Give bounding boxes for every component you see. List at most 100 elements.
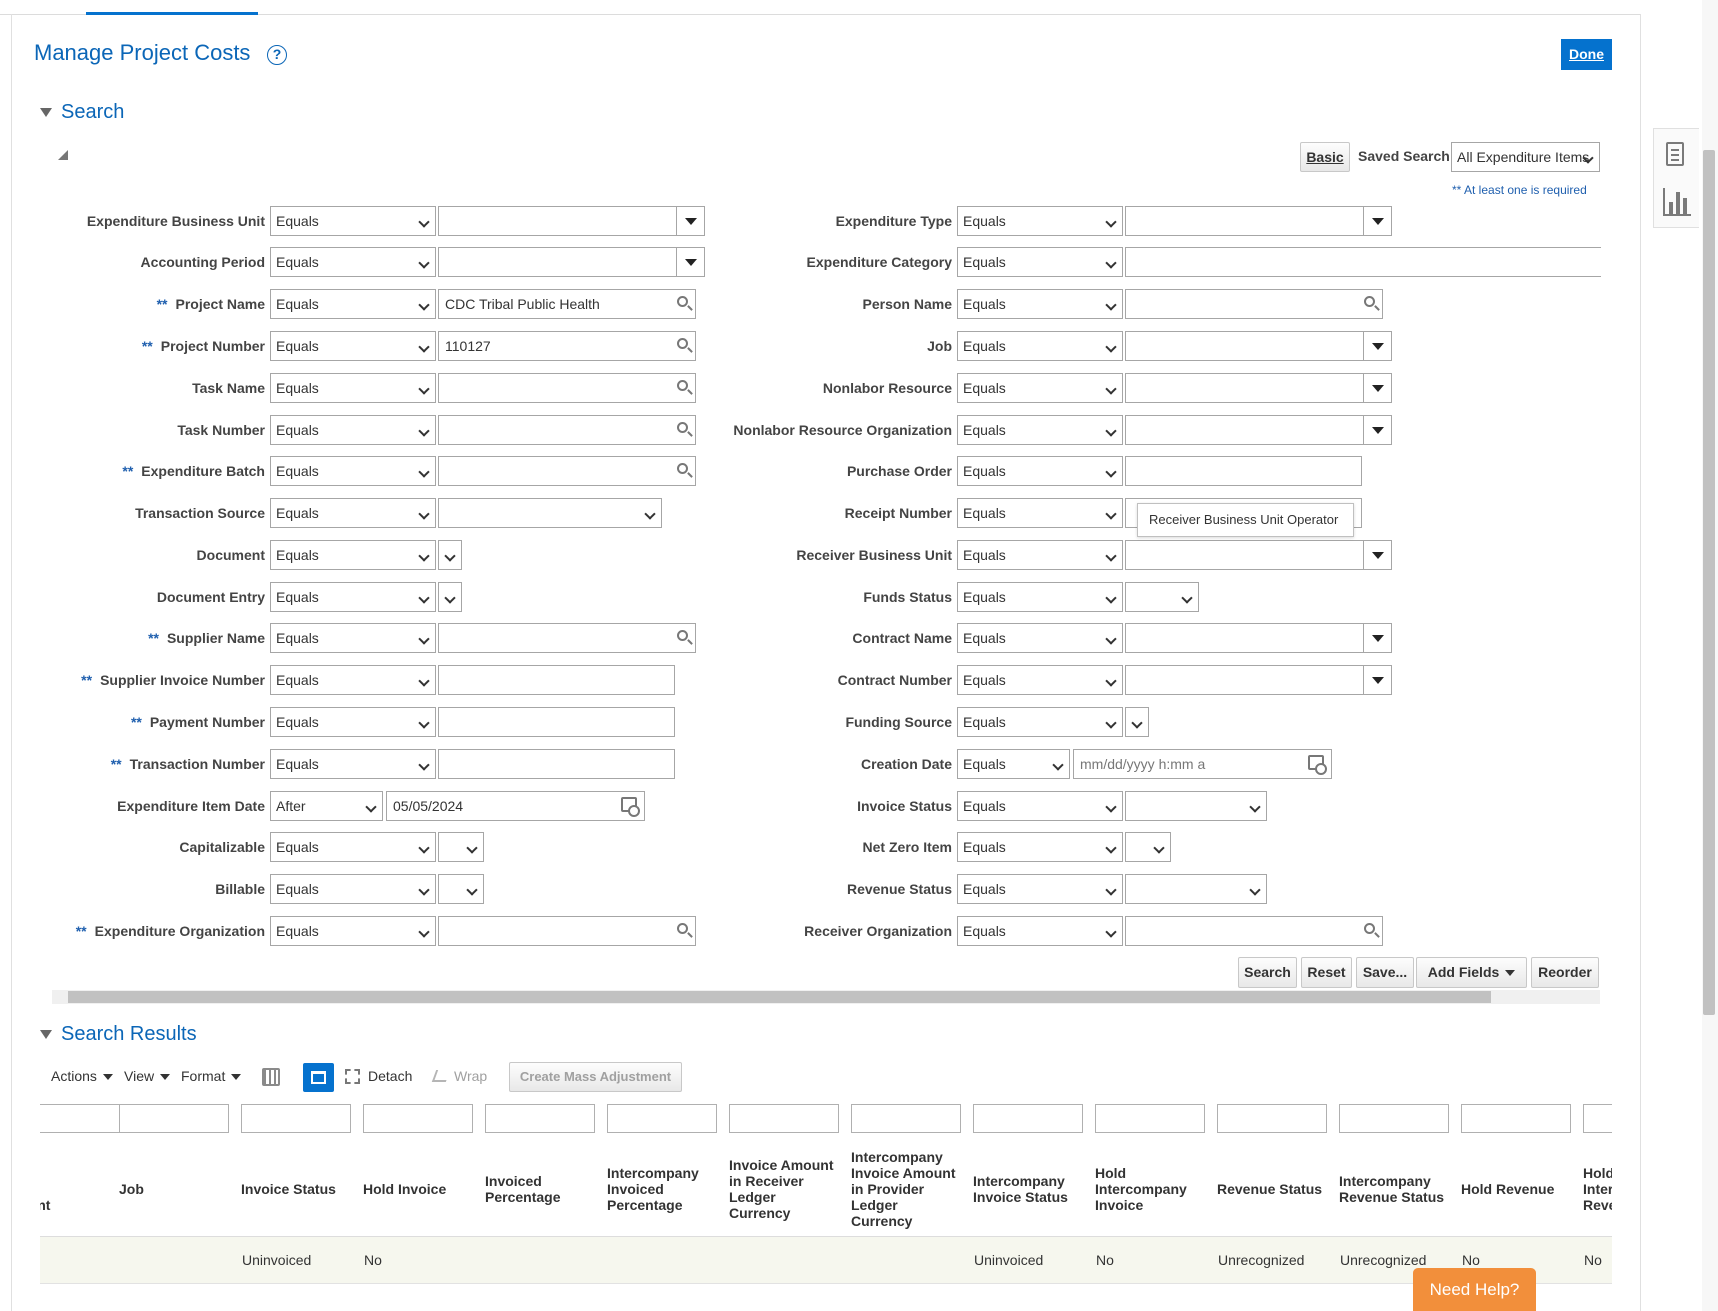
value-field[interactable]	[438, 916, 696, 946]
calendar-icon[interactable]	[615, 791, 645, 821]
search-icon[interactable]	[666, 623, 696, 653]
dropdown-icon[interactable]	[1362, 540, 1392, 570]
search-icon[interactable]	[666, 916, 696, 946]
basic-button[interactable]: Basic	[1300, 142, 1350, 172]
detach-icon[interactable]	[345, 1069, 360, 1084]
value-field[interactable]	[1125, 373, 1392, 403]
value-field[interactable]	[1125, 582, 1199, 612]
query-by-example-icon[interactable]	[303, 1063, 334, 1092]
value-field[interactable]	[1125, 456, 1362, 486]
column-filter-input[interactable]	[729, 1104, 839, 1133]
value-field[interactable]	[438, 582, 462, 612]
operator-select[interactable]: Equals	[957, 289, 1123, 319]
value-field[interactable]	[1125, 665, 1392, 695]
search-button[interactable]: Search	[1238, 957, 1297, 988]
collapse-search-icon[interactable]	[40, 108, 52, 117]
value-field[interactable]	[438, 373, 696, 403]
value-field[interactable]	[438, 206, 705, 236]
column-filter-input[interactable]	[1461, 1104, 1571, 1133]
operator-select[interactable]: Equals	[270, 289, 436, 319]
operator-select[interactable]: Equals	[270, 707, 436, 737]
value-field[interactable]	[1125, 331, 1392, 361]
operator-select[interactable]: Equals	[957, 791, 1123, 821]
operator-select[interactable]: Equals	[270, 498, 436, 528]
bar-chart-icon[interactable]	[1663, 188, 1691, 216]
value-field[interactable]	[1125, 874, 1267, 904]
value-field[interactable]: CDC Tribal Public Health	[438, 289, 696, 319]
vertical-scrollbar-thumb[interactable]	[1703, 150, 1715, 1015]
operator-select[interactable]: Equals	[270, 832, 436, 862]
column-filter-input[interactable]	[973, 1104, 1083, 1133]
value-field[interactable]	[438, 247, 705, 277]
dropdown-icon[interactable]	[1362, 623, 1392, 653]
format-menu[interactable]: Format	[181, 1068, 241, 1084]
actions-menu[interactable]: Actions	[51, 1068, 113, 1084]
value-field[interactable]	[438, 874, 484, 904]
operator-select[interactable]: Equals	[957, 832, 1123, 862]
operator-select[interactable]: Equals	[957, 456, 1123, 486]
column-header[interactable]: Intercompany Invoice Amount in Provider …	[851, 1141, 967, 1237]
freeze-columns-icon[interactable]	[262, 1068, 280, 1086]
operator-select[interactable]: Equals	[957, 582, 1123, 612]
done-button[interactable]: Done	[1561, 39, 1612, 70]
column-header[interactable]: Intercompany Invoiced Percentage	[607, 1141, 723, 1237]
search-icon[interactable]	[1353, 289, 1383, 319]
operator-select[interactable]: Equals	[270, 874, 436, 904]
value-field[interactable]: mm/dd/yyyy h:mm a	[1073, 749, 1332, 779]
operator-select[interactable]: Equals	[957, 247, 1123, 277]
value-field[interactable]	[438, 832, 484, 862]
operator-select[interactable]: Equals	[270, 206, 436, 236]
operator-select[interactable]: Equals	[270, 623, 436, 653]
view-menu[interactable]: View	[124, 1068, 170, 1084]
reorder-button[interactable]: Reorder	[1531, 957, 1599, 988]
value-field[interactable]	[1125, 916, 1383, 946]
value-field[interactable]	[1125, 623, 1392, 653]
help-icon[interactable]: ?	[267, 45, 287, 65]
search-icon[interactable]	[666, 456, 696, 486]
column-header[interactable]: Hold Intercompany Invoice	[1095, 1141, 1211, 1237]
dropdown-icon[interactable]	[1362, 206, 1392, 236]
dropdown-icon[interactable]	[675, 247, 705, 277]
expand-criteria-icon[interactable]	[58, 150, 68, 160]
operator-select[interactable]: Equals	[270, 665, 436, 695]
column-filter-input[interactable]	[119, 1104, 229, 1133]
value-field[interactable]	[1125, 791, 1267, 821]
detach-button[interactable]: Detach	[368, 1068, 412, 1084]
operator-select[interactable]: Equals	[957, 665, 1123, 695]
column-header[interactable]: Invoice Status	[241, 1141, 357, 1237]
column-header[interactable]: Intercompany Invoice Status	[973, 1141, 1089, 1237]
dropdown-icon[interactable]	[1362, 415, 1392, 445]
column-filter-input[interactable]	[1339, 1104, 1449, 1133]
value-field[interactable]	[1125, 206, 1392, 236]
value-field[interactable]	[438, 498, 662, 528]
column-header[interactable]: Hold Revenue	[1461, 1141, 1577, 1237]
operator-select[interactable]: Equals	[270, 916, 436, 946]
need-help-button[interactable]: Need Help?	[1413, 1268, 1536, 1311]
operator-select[interactable]: Equals	[270, 415, 436, 445]
value-field[interactable]: 05/05/2024	[386, 791, 645, 821]
saved-search-select[interactable]: All Expenditure Items	[1451, 142, 1600, 172]
column-header[interactable]: Revenue Status	[1217, 1141, 1333, 1237]
operator-select[interactable]: Equals	[270, 331, 436, 361]
operator-select[interactable]: Equals	[957, 623, 1123, 653]
operator-select[interactable]: Equals	[270, 247, 436, 277]
search-icon[interactable]	[666, 415, 696, 445]
dropdown-icon[interactable]	[1362, 373, 1392, 403]
operator-select[interactable]: Equals	[957, 707, 1123, 737]
column-filter-input[interactable]	[607, 1104, 717, 1133]
value-field[interactable]	[1125, 540, 1392, 570]
value-field[interactable]	[1125, 289, 1383, 319]
search-icon[interactable]	[666, 373, 696, 403]
value-field[interactable]	[1125, 707, 1149, 737]
calendar-icon[interactable]	[1302, 749, 1332, 779]
column-header[interactable]: Hold Invoice	[363, 1141, 479, 1237]
operator-select[interactable]: Equals	[957, 749, 1070, 779]
dropdown-icon[interactable]	[675, 206, 705, 236]
save-button[interactable]: Save...	[1356, 957, 1414, 988]
operator-select[interactable]: Equals	[270, 749, 436, 779]
column-filter-input[interactable]	[241, 1104, 351, 1133]
value-field[interactable]: 110127	[438, 331, 696, 361]
value-field[interactable]	[1125, 415, 1392, 445]
operator-select[interactable]: Equals	[957, 498, 1123, 528]
reset-button[interactable]: Reset	[1301, 957, 1352, 988]
